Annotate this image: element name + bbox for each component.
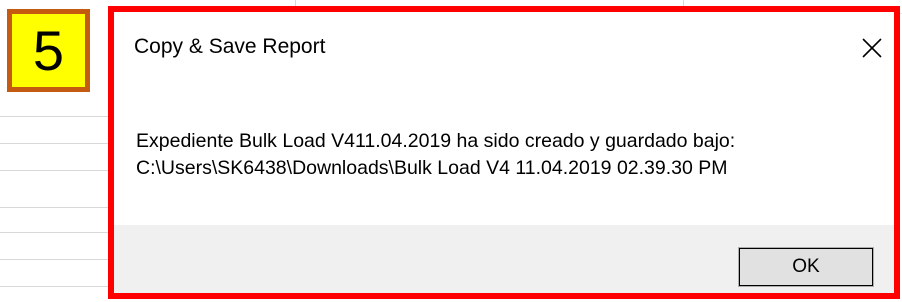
grid-line [0, 143, 110, 144]
dialog-message-area: Expediente Bulk Load V411.04.2019 ha sid… [114, 82, 894, 225]
grid-line [0, 207, 110, 208]
step-number: 5 [32, 18, 65, 82]
dialog-title-bar[interactable]: Copy & Save Report [114, 12, 894, 82]
grid-line [0, 116, 110, 117]
step-number-badge: 5 [7, 9, 90, 92]
grid-line [0, 170, 110, 171]
ok-button[interactable]: OK [738, 247, 874, 287]
grid-line [0, 232, 110, 233]
dialog-title: Copy & Save Report [134, 35, 326, 58]
dialog-footer: OK [114, 225, 894, 293]
grid-line [0, 259, 110, 260]
close-icon [862, 38, 882, 58]
grid-line [0, 286, 110, 287]
ok-button-label: OK [792, 256, 820, 277]
copy-save-report-dialog: Copy & Save Report Expediente Bulk Load … [108, 6, 900, 299]
dialog-message-line-1: Expediente Bulk Load V411.04.2019 ha sid… [136, 130, 736, 152]
close-button[interactable] [850, 26, 894, 70]
dialog-message-line-2: C:\Users\SK6438\Downloads\Bulk Load V4 1… [136, 157, 728, 179]
